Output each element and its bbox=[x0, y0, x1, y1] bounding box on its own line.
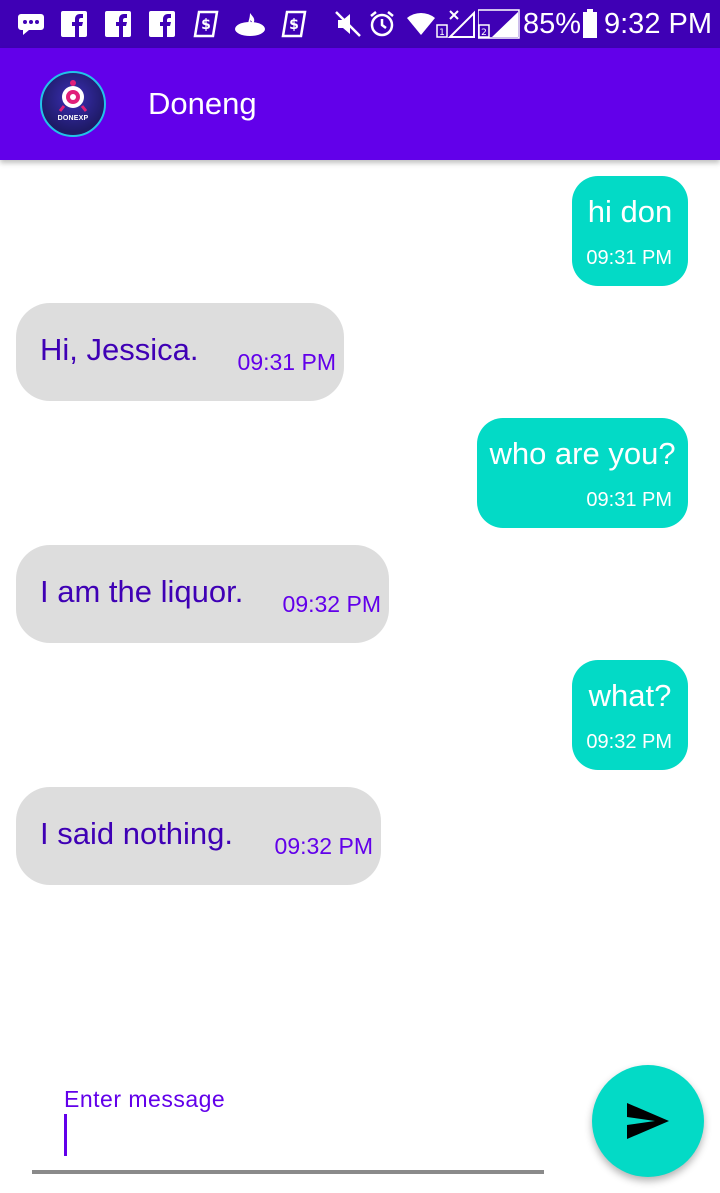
cash-app-icon: $ bbox=[280, 8, 308, 40]
alarm-icon bbox=[368, 8, 396, 40]
svg-text:1: 1 bbox=[439, 28, 445, 38]
message-time: 09:31 PM bbox=[237, 349, 336, 375]
message-text: I am the liquor. bbox=[40, 574, 244, 609]
sent-message[interactable]: what? 09:32 PM bbox=[572, 660, 688, 770]
mute-icon bbox=[334, 8, 362, 40]
logo-icon bbox=[58, 80, 88, 112]
received-message[interactable]: I said nothing. 09:32 PM bbox=[16, 787, 381, 885]
sent-message[interactable]: hi don 09:31 PM bbox=[572, 176, 688, 286]
message-time: 09:31 PM bbox=[586, 489, 672, 511]
clock: 9:32 PM bbox=[604, 8, 712, 40]
send-button[interactable] bbox=[592, 1065, 704, 1177]
message-text: who are you? bbox=[489, 436, 676, 471]
message-text: hi don bbox=[587, 194, 673, 229]
message-time: 09:32 PM bbox=[282, 591, 381, 617]
message-text: what? bbox=[588, 678, 672, 713]
text-cursor bbox=[64, 1114, 67, 1156]
page-title: Doneng bbox=[148, 86, 257, 121]
message-time: 09:32 PM bbox=[586, 731, 672, 753]
message-text: Hi, Jessica. bbox=[40, 332, 199, 367]
svg-text:$: $ bbox=[201, 17, 211, 33]
app-bar: DONEXP Doneng bbox=[0, 48, 720, 160]
svg-text:$: $ bbox=[289, 17, 299, 33]
received-message[interactable]: Hi, Jessica. 09:31 PM bbox=[16, 303, 344, 401]
message-input[interactable] bbox=[64, 1112, 538, 1160]
sim2-signal-icon: 2 bbox=[478, 8, 520, 40]
message-time: 09:32 PM bbox=[274, 833, 373, 859]
battery-icon bbox=[582, 8, 598, 40]
battery-percent: 85% bbox=[523, 8, 582, 40]
send-icon bbox=[627, 1103, 669, 1139]
facebook-icon bbox=[148, 8, 176, 40]
cash-app-icon: $ bbox=[192, 8, 220, 40]
status-bar: $ $ 1 2 85% 9:32 PM bbox=[0, 0, 720, 48]
avatar-label: DONEXP bbox=[57, 115, 89, 122]
sent-message[interactable]: who are you? 09:31 PM bbox=[477, 418, 688, 528]
svg-text:2: 2 bbox=[481, 28, 487, 38]
facebook-icon bbox=[104, 8, 132, 40]
santander-icon bbox=[234, 8, 266, 40]
messages-icon bbox=[16, 8, 46, 40]
avatar[interactable]: DONEXP bbox=[40, 71, 106, 137]
facebook-icon bbox=[60, 8, 88, 40]
message-time: 09:31 PM bbox=[586, 247, 672, 269]
sim1-signal-icon: 1 bbox=[436, 8, 476, 40]
received-message[interactable]: I am the liquor. 09:32 PM bbox=[16, 545, 389, 643]
message-input-label: Enter message bbox=[64, 1086, 226, 1112]
input-underline bbox=[32, 1170, 544, 1174]
message-text: I said nothing. bbox=[40, 816, 234, 851]
wifi-icon bbox=[406, 8, 436, 40]
